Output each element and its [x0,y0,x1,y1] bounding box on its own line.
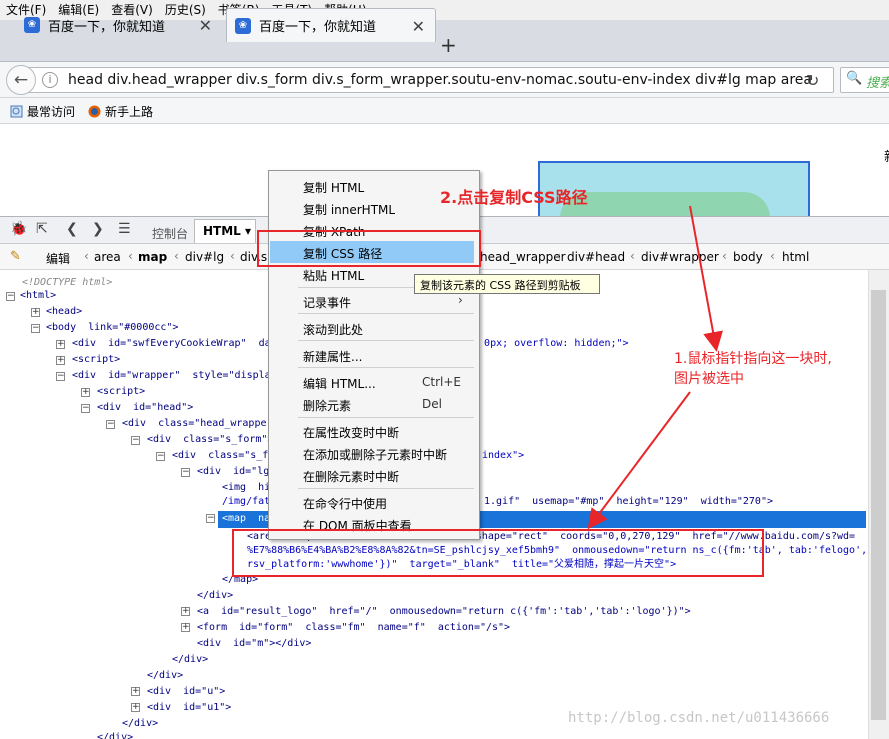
annotation-arrows [587,205,723,530]
watermark: http://blog.csdn.net/u011436666 [568,710,830,726]
browser-window: 文件(F) 编辑(E) 查看(V) 历史(S) 书签(B) 工具(T) 帮助(H… [0,0,889,739]
